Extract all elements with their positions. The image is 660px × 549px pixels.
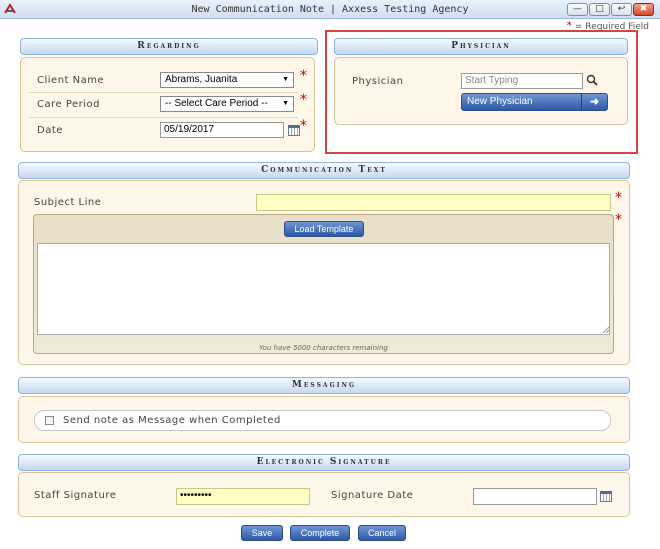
required-star-icon: * (300, 68, 307, 84)
send-message-row[interactable]: Send note as Message when Completed (34, 410, 611, 431)
restore-button[interactable]: ↩ (611, 3, 632, 16)
care-period-label: Care Period (37, 99, 101, 110)
required-star-icon: * (615, 212, 622, 228)
save-button[interactable]: Save (241, 525, 283, 541)
calendar-icon[interactable] (600, 491, 612, 502)
characters-remaining: You have 5000 characters remaining (259, 344, 388, 352)
load-template-button[interactable]: Load Template (284, 221, 364, 237)
care-period-select[interactable]: -- Select Care Period -- ▼ (160, 96, 294, 112)
close-button[interactable]: ✖ (633, 3, 654, 16)
staff-signature-input[interactable]: ••••••••• (176, 488, 310, 505)
dropdown-arrow-icon: ▼ (282, 100, 289, 107)
date-input[interactable]: 05/19/2017 (160, 122, 284, 138)
staff-signature-value: ••••••••• (180, 490, 212, 501)
client-name-value: Abrams, Juanita (165, 74, 238, 85)
date-label: Date (37, 125, 63, 136)
divider (28, 117, 298, 118)
required-star-icon: * (300, 118, 307, 134)
window-titlebar: New Communication Note | Axxess Testing … (0, 0, 660, 19)
physician-highlight-box (325, 30, 638, 154)
divider (28, 92, 298, 93)
note-body-textarea[interactable] (37, 243, 610, 335)
window-title: New Communication Note | Axxess Testing … (191, 4, 469, 15)
client-name-label: Client Name (37, 75, 105, 86)
date-value: 05/19/2017 (164, 124, 215, 135)
send-message-label: Send note as Message when Completed (63, 415, 281, 426)
dropdown-arrow-icon: ▼ (282, 76, 289, 83)
window-controls: — □ ↩ ✖ (567, 3, 654, 16)
resize-handle-icon[interactable] (602, 326, 610, 334)
communication-header: Communication Text (18, 162, 630, 179)
minimize-button[interactable]: — (567, 3, 588, 16)
client-name-select[interactable]: Abrams, Juanita ▼ (160, 72, 294, 88)
cancel-button[interactable]: Cancel (358, 525, 406, 541)
regarding-header: Regarding (20, 38, 318, 55)
signature-header: Electronic Signature (18, 454, 630, 471)
send-message-checkbox[interactable] (45, 416, 54, 425)
subject-line-label: Subject Line (34, 197, 102, 208)
calendar-icon[interactable] (288, 125, 300, 136)
staff-signature-label: Staff Signature (34, 490, 117, 501)
care-period-value: -- Select Care Period -- (165, 98, 268, 109)
required-star-icon: * (300, 92, 307, 108)
maximize-button[interactable]: □ (589, 3, 610, 16)
signature-date-input[interactable] (473, 488, 597, 505)
messaging-header: Messaging (18, 377, 630, 394)
required-star-icon: * (615, 190, 622, 206)
subject-line-input[interactable] (256, 194, 611, 211)
signature-date-label: Signature Date (331, 490, 414, 501)
complete-button[interactable]: Complete (290, 525, 350, 541)
